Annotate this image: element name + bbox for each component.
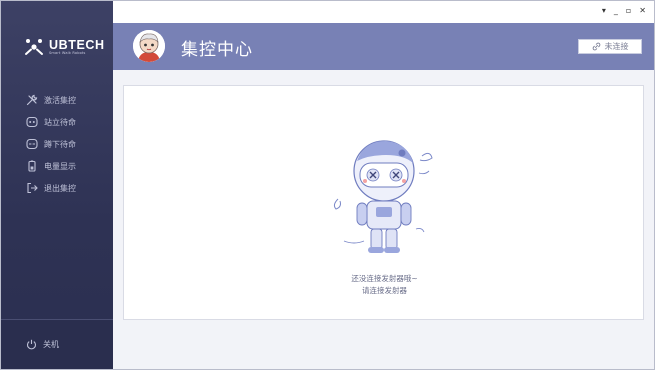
sidebar-item-label: 站立待命 [44,117,76,127]
window-controls: ▾ _ ▫ ✕ [602,6,646,16]
maximize-button[interactable]: ▫ [626,6,631,16]
wrench-icon [26,94,38,106]
sidebar-footer: 关机 [1,319,113,369]
sidebar-item-battery[interactable]: 电量显示 [26,155,76,177]
sidebar-item-stand[interactable]: 站立待命 [26,111,76,133]
sidebar-item-label: 激活集控 [44,95,76,105]
logo-brand: UBTECH [49,37,105,52]
dropdown-button[interactable]: ▾ [602,6,606,16]
ubtech-logo-icon [24,37,44,57]
battery-icon [28,160,36,172]
connection-status-label: 未连接 [604,42,629,51]
link-icon [592,42,600,51]
robot-face-icon [26,138,38,150]
connection-status-button[interactable]: 未连接 [578,39,642,54]
title-bar: ▾ _ ▫ ✕ [113,1,654,23]
robot-face-icon [26,116,38,128]
shutdown-label: 关机 [43,340,59,349]
sidebar-item-exit[interactable]: 退出集控 [26,177,76,199]
sidebar-item-crouch[interactable]: 蹲下待命 [26,133,76,155]
sidebar-item-activate[interactable]: 激活集控 [26,89,76,111]
main-panel: 还没连接发射器哦~ 请连接发射器 [123,85,644,320]
page-title: 集控中心 [181,40,253,60]
sidebar-nav: 激活集控 站立待命 蹲下待命 电量显示 退出集控 [26,89,76,199]
exit-icon [27,182,38,194]
empty-state-message: 还没连接发射器哦~ [351,274,418,283]
header: 集控中心 未连接 [113,23,654,70]
sidebar-item-label: 退出集控 [44,183,76,193]
close-button[interactable]: ✕ [639,6,646,16]
sidebar-item-label: 电量显示 [44,161,76,171]
user-avatar-icon [133,30,165,62]
avatar [133,30,165,62]
power-icon [27,339,36,350]
shutdown-button[interactable]: 关机 [26,339,59,350]
minimize-button[interactable]: _ [614,6,618,16]
robot-illustration [333,140,433,253]
sidebar: UBTECH Smart Walk Robots 激活集控 站立待命 蹲下待命 … [1,1,113,369]
empty-state-hint: 请连接发射器 [362,286,407,295]
logo: UBTECH Smart Walk Robots [24,37,105,57]
sidebar-item-label: 蹲下待命 [44,139,76,149]
app-window: UBTECH Smart Walk Robots 激活集控 站立待命 蹲下待命 … [0,0,655,370]
